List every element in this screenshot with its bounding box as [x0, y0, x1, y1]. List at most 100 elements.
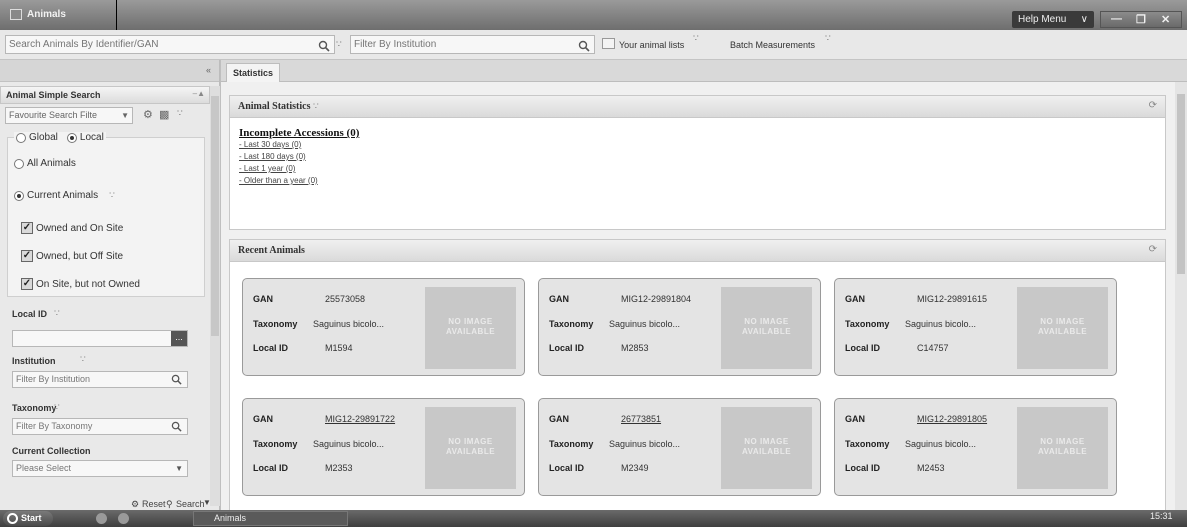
- search-button[interactable]: Search: [176, 499, 205, 509]
- animal-statistics-title: Animal Statistics ∵: [238, 101, 319, 112]
- local-id-lookup-button[interactable]: ...: [171, 331, 187, 346]
- animal-card[interactable]: GAN MIG12-29891804 Taxonomy Saguinus bicol…: [538, 278, 821, 376]
- toolbar: ∵ Your animal lists ∵ Batch Measurements…: [0, 30, 1187, 60]
- gan-label: GAN: [845, 414, 865, 424]
- gan-value: MIG12-29891615: [917, 294, 988, 304]
- restore-icon[interactable]: ❐: [1136, 13, 1146, 26]
- filter-institution-input[interactable]: [350, 35, 595, 54]
- all-animals-option[interactable]: All Animals: [14, 158, 76, 169]
- local-id-input[interactable]: ...: [12, 330, 188, 347]
- help-icon[interactable]: ∵: [693, 33, 699, 44]
- refresh-icon[interactable]: ⟳: [1149, 100, 1157, 111]
- search-icon[interactable]: ⚲: [166, 499, 173, 510]
- last-30-days-link[interactable]: - Last 30 days (0): [239, 139, 359, 151]
- gan-value[interactable]: 26773851: [621, 414, 661, 424]
- list-icon: [602, 38, 615, 49]
- save-icon[interactable]: ▩: [159, 108, 169, 121]
- local-id-label: Local ID: [549, 463, 585, 473]
- card-taxonomy-row: Taxonomy Saguinus bicolo...: [845, 439, 976, 449]
- settings-icon[interactable]: ⚙: [143, 108, 153, 121]
- incomplete-accessions-title[interactable]: Incomplete Accessions (0): [239, 127, 359, 139]
- help-icon[interactable]: ∵: [80, 354, 86, 365]
- help-icon[interactable]: ∵: [336, 39, 342, 50]
- help-icon[interactable]: ∵: [825, 33, 831, 44]
- scroll-thumb[interactable]: [1177, 94, 1185, 274]
- animal-card[interactable]: GAN 26773851 Taxonomy Saguinus bicolo... L…: [538, 398, 821, 496]
- taxonomy-value: Saguinus bicolo...: [313, 439, 385, 449]
- animal-card[interactable]: GAN MIG12-29891615 Taxonomy Saguinus bicol…: [834, 278, 1117, 376]
- main-scrollbar[interactable]: [1175, 82, 1187, 510]
- owned-off-site-checkbox[interactable]: ✓: [21, 250, 33, 262]
- start-button[interactable]: Start: [3, 511, 53, 526]
- owned-on-site-checkbox[interactable]: ✓: [21, 222, 33, 234]
- gan-value[interactable]: MIG12-29891722: [325, 414, 395, 424]
- help-icon[interactable]: ∵: [177, 108, 183, 119]
- window-controls: — ❐ ✕: [1100, 11, 1182, 28]
- quick-launch-icon[interactable]: [118, 513, 129, 524]
- local-id-label: Local ID: [253, 343, 289, 353]
- scope-group: Global Local All Animals Current Animals…: [7, 132, 205, 297]
- your-animal-lists-link[interactable]: Your animal lists: [619, 40, 684, 50]
- close-icon[interactable]: ✕: [1161, 13, 1170, 26]
- search-icon[interactable]: [578, 40, 590, 52]
- global-radio[interactable]: [16, 132, 26, 143]
- scroll-thumb[interactable]: [211, 96, 219, 336]
- animal-card[interactable]: GAN MIG12-29891722 Taxonomy Saguinus bicol…: [242, 398, 525, 496]
- collection-select[interactable]: Please Select ▼: [12, 460, 188, 477]
- search-icon[interactable]: [318, 40, 330, 52]
- no-image-placeholder: NO IMAGE AVAILABLE: [721, 287, 812, 369]
- no-image-placeholder: NO IMAGE AVAILABLE: [1017, 287, 1108, 369]
- on-site-not-owned-option[interactable]: ✓ On Site, but not Owned: [21, 278, 140, 290]
- reset-icon[interactable]: ⚙: [131, 499, 139, 510]
- search-icon[interactable]: [171, 374, 182, 385]
- current-animals-option[interactable]: Current Animals ∵: [14, 190, 115, 201]
- minimize-icon[interactable]: —: [1111, 13, 1122, 25]
- institution-filter-placeholder: Filter By Institution: [16, 374, 91, 384]
- help-icon[interactable]: ∵: [54, 402, 60, 413]
- reset-button[interactable]: Reset: [142, 499, 166, 509]
- search-icon[interactable]: [171, 421, 182, 432]
- local-id-value: M2349: [621, 463, 649, 473]
- last-1-year-link[interactable]: - Last 1 year (0): [239, 163, 359, 175]
- animal-card[interactable]: GAN MIG12-29891805 Taxonomy Saguinus bicol…: [834, 398, 1117, 496]
- simple-search-title: Animal Simple Search: [6, 90, 101, 100]
- minimize-panel-icon[interactable]: –▲: [193, 89, 205, 98]
- all-animals-label: All Animals: [27, 158, 76, 169]
- tab-statistics[interactable]: Statistics: [226, 63, 281, 82]
- collapse-icon[interactable]: «: [206, 65, 211, 75]
- animal-card[interactable]: GAN 25573058 Taxonomy Saguinus bicolo... L…: [242, 278, 525, 376]
- taskbar-item-animals[interactable]: Animals: [193, 511, 348, 526]
- owned-off-site-option[interactable]: ✓ Owned, but Off Site: [21, 250, 123, 262]
- institution-filter-input[interactable]: Filter By Institution: [12, 371, 188, 388]
- refresh-icon[interactable]: ⟳: [1149, 244, 1157, 255]
- taskbar-item-label: Animals: [214, 513, 247, 523]
- older-than-year-link[interactable]: - Older than a year (0): [239, 175, 359, 187]
- help-icon[interactable]: ∵: [313, 101, 319, 111]
- chevron-down-icon: ▼: [175, 464, 183, 473]
- batch-measurements-link[interactable]: Batch Measurements: [730, 40, 815, 50]
- local-radio[interactable]: [66, 132, 77, 143]
- gan-value[interactable]: MIG12-29891805: [917, 414, 987, 424]
- favourite-search-select[interactable]: Favourite Search Filte ▼: [5, 107, 133, 124]
- all-animals-radio[interactable]: [14, 158, 24, 169]
- help-icon[interactable]: ∵: [54, 308, 60, 319]
- on-site-not-owned-checkbox[interactable]: ✓: [21, 278, 33, 290]
- current-animals-radio[interactable]: [14, 190, 24, 201]
- last-180-days-link[interactable]: - Last 180 days (0): [239, 151, 359, 163]
- search-animals-input[interactable]: [5, 35, 335, 54]
- title-bar: Animals Help Menu ∨ — ❐ ✕: [0, 0, 1187, 30]
- owned-off-site-label: Owned, but Off Site: [36, 250, 124, 262]
- gan-value: MIG12-29891804: [621, 294, 692, 304]
- owned-on-site-option[interactable]: ✓ Owned and On Site: [21, 222, 123, 234]
- gan-label: GAN: [253, 414, 273, 424]
- local-id-value: M2853: [621, 343, 649, 353]
- taxonomy-filter-input[interactable]: Filter By Taxonomy: [12, 418, 188, 435]
- sidebar-scrollbar[interactable]: [210, 86, 220, 506]
- quick-launch-icon[interactable]: [96, 513, 107, 524]
- card-gan-row: GAN MIG12-29891615: [845, 294, 987, 304]
- on-site-not-owned-label: On Site, but not Owned: [36, 278, 140, 290]
- help-icon[interactable]: ∵: [109, 190, 115, 201]
- card-local-id-row: Local ID C14757: [845, 343, 949, 353]
- taxonomy-label: Taxonomy: [549, 319, 594, 329]
- help-menu-button[interactable]: Help Menu ∨: [1012, 11, 1094, 28]
